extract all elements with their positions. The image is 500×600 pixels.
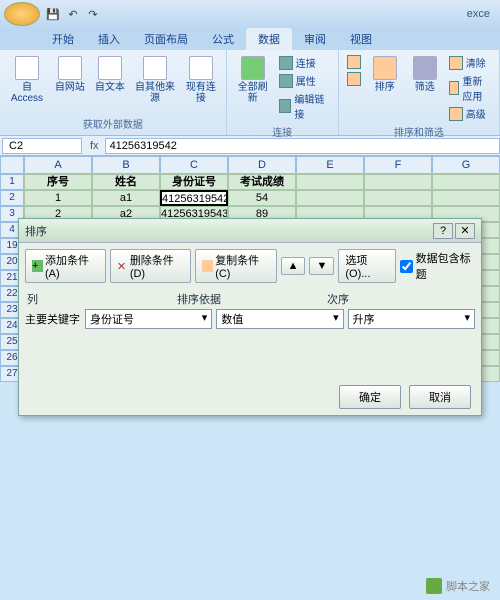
ribbon-tabs: 开始插入页面布局公式数据审阅视图 [0, 28, 500, 50]
cell[interactable]: 身份证号 [160, 174, 228, 190]
tab-4[interactable]: 数据 [246, 28, 292, 50]
ribbon-item[interactable]: 编辑链接 [277, 90, 332, 122]
copy-condition-button[interactable]: 复制条件(C) [195, 249, 276, 283]
sorton-select[interactable]: 数值▾ [216, 309, 343, 329]
cell[interactable]: 序号 [24, 174, 92, 190]
cell[interactable]: a1 [92, 190, 160, 206]
ribbon-item[interactable]: 属性 [277, 72, 332, 89]
ribbon-item[interactable]: 高级 [447, 105, 493, 122]
tab-2[interactable]: 页面布局 [132, 28, 200, 50]
tab-1[interactable]: 插入 [86, 28, 132, 50]
chevron-down-icon: ▾ [333, 311, 339, 327]
ribbon-item[interactable]: 连接 [277, 54, 332, 71]
filter-icon [413, 56, 437, 80]
chevron-down-icon: ▾ [464, 311, 470, 327]
ribbon-item[interactable]: 重新应用 [447, 72, 493, 104]
cell[interactable] [296, 174, 364, 190]
select-all-corner[interactable] [0, 156, 24, 174]
column-header[interactable]: C [160, 156, 228, 174]
column-header[interactable]: D [228, 156, 296, 174]
site-icon [426, 578, 442, 594]
refresh-icon [241, 56, 265, 80]
formula-bar[interactable]: 41256319542 [105, 138, 500, 154]
help-icon[interactable]: ? [433, 223, 453, 239]
cell[interactable]: 考试成绩 [228, 174, 296, 190]
delete-condition-button[interactable]: ✕删除条件(D) [110, 249, 191, 283]
quick-access-toolbar: 💾 ↶ ↷ [44, 5, 102, 23]
tab-3[interactable]: 公式 [200, 28, 246, 50]
watermark: 脚本之家 [426, 578, 490, 594]
ribbon-item[interactable]: 清除 [447, 54, 493, 71]
cell[interactable] [364, 174, 432, 190]
chevron-down-icon: ▾ [202, 311, 208, 327]
column-header[interactable]: G [432, 156, 500, 174]
tab-6[interactable]: 视图 [338, 28, 384, 50]
ribbon: 自 Access自网站自文本自其他来源现有连接 获取外部数据 全部刷新 连接属性… [0, 50, 500, 136]
ok-button[interactable]: 确定 [339, 385, 401, 409]
ribbon-group-sort-filter: 排序 筛选 清除重新应用高级 排序和筛选 [339, 50, 500, 135]
column-header[interactable]: B [92, 156, 160, 174]
close-icon[interactable]: ✕ [455, 223, 475, 239]
column-header[interactable]: F [364, 156, 432, 174]
order-select[interactable]: 升序▾ [348, 309, 475, 329]
sort-asc-button[interactable] [345, 54, 363, 70]
move-down-button[interactable]: ▼ [309, 257, 334, 275]
sort-desc-button[interactable] [345, 71, 363, 87]
column-header[interactable]: A [24, 156, 92, 174]
cell[interactable]: 54 [228, 190, 296, 206]
has-header-checkbox[interactable]: 数据包含标题 [400, 250, 475, 282]
primary-key-label: 主要关键字 [25, 311, 81, 327]
row-header[interactable]: 2 [0, 190, 24, 206]
sort-icon [373, 56, 397, 80]
ribbon-button[interactable]: 现有连接 [182, 54, 220, 106]
add-condition-button[interactable]: +添加条件(A) [25, 249, 106, 283]
save-icon[interactable]: 💾 [44, 5, 62, 23]
refresh-all-button[interactable]: 全部刷新 [233, 54, 273, 106]
fx-icon[interactable]: fx [84, 140, 105, 152]
office-button[interactable] [4, 2, 40, 26]
cell[interactable]: 41256319542 [160, 190, 228, 206]
tab-5[interactable]: 审阅 [292, 28, 338, 50]
cell[interactable]: 姓名 [92, 174, 160, 190]
cancel-button[interactable]: 取消 [409, 385, 471, 409]
ribbon-button[interactable]: 自 Access [6, 54, 48, 106]
ribbon-button[interactable]: 自其他来源 [132, 54, 178, 106]
sort-dialog: 排序 ? ✕ +添加条件(A) ✕删除条件(D) 复制条件(C) ▲ ▼ 选项(… [18, 218, 482, 416]
title-bar: 💾 ↶ ↷ exce [0, 0, 500, 28]
ribbon-group-external-data: 自 Access自网站自文本自其他来源现有连接 获取外部数据 [0, 50, 227, 135]
name-box[interactable]: C2 [2, 138, 82, 154]
sort-button[interactable]: 排序 [367, 54, 403, 95]
cell[interactable] [364, 190, 432, 206]
dialog-titlebar[interactable]: 排序 ? ✕ [19, 219, 481, 243]
app-title: exce [467, 8, 496, 20]
redo-icon[interactable]: ↷ [84, 5, 102, 23]
formula-bar-row: C2 fx 41256319542 [0, 136, 500, 156]
move-up-button[interactable]: ▲ [281, 257, 306, 275]
undo-icon[interactable]: ↶ [64, 5, 82, 23]
column-select[interactable]: 身份证号▾ [85, 309, 212, 329]
ribbon-button[interactable]: 自文本 [92, 54, 128, 95]
cell[interactable]: 1 [24, 190, 92, 206]
ribbon-button[interactable]: 自网站 [52, 54, 88, 95]
row-header[interactable]: 1 [0, 174, 24, 190]
cell[interactable] [296, 190, 364, 206]
column-header[interactable]: E [296, 156, 364, 174]
cell[interactable] [432, 174, 500, 190]
options-button[interactable]: 选项(O)... [338, 249, 395, 283]
filter-button[interactable]: 筛选 [407, 54, 443, 95]
ribbon-group-connections: 全部刷新 连接属性编辑链接 连接 [227, 50, 339, 135]
cell[interactable] [432, 190, 500, 206]
tab-0[interactable]: 开始 [40, 28, 86, 50]
